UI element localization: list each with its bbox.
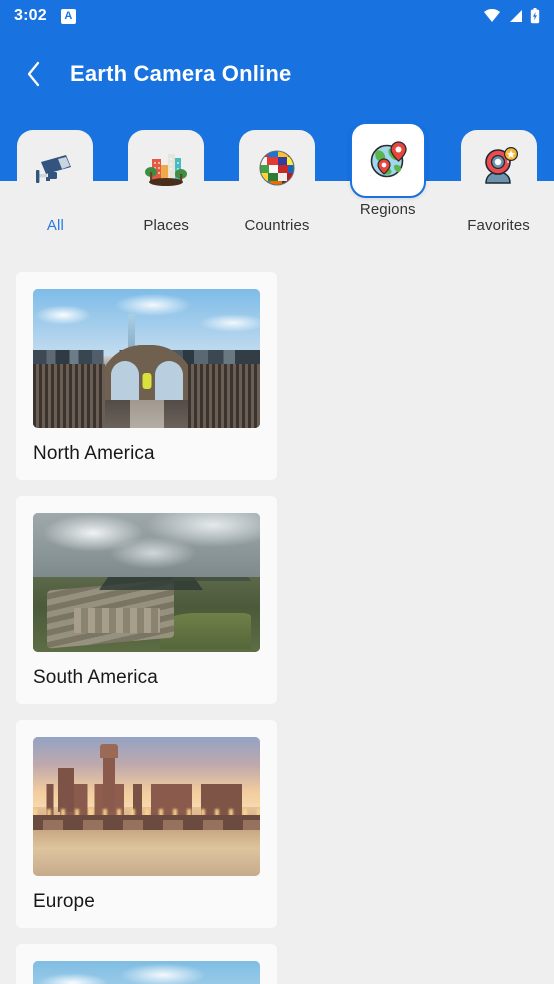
tab-all[interactable]: All <box>0 130 111 250</box>
region-card-north-america[interactable]: North America <box>16 272 277 480</box>
notification-badge-icon: A <box>60 8 76 24</box>
tab-countries-card[interactable] <box>238 130 315 206</box>
flags-globe-icon <box>259 150 295 186</box>
status-bar-left: 3:02 A <box>14 7 76 25</box>
security-camera-icon <box>36 155 72 183</box>
tab-regions-label: Regions <box>359 201 416 218</box>
region-card-oceania[interactable]: Oceania <box>16 944 277 984</box>
tab-countries-label: Countries <box>244 217 310 234</box>
tab-places-card[interactable] <box>128 130 205 206</box>
status-bar: 3:02 A <box>0 0 554 32</box>
tab-favorites[interactable]: Favorites <box>443 130 554 250</box>
region-grid: North America South America Europe <box>0 272 554 984</box>
cityscape-icon <box>145 154 188 186</box>
tab-regions[interactable]: Regions <box>332 122 443 250</box>
region-image-north-america <box>33 289 260 428</box>
region-label: North America <box>33 443 155 464</box>
tab-favorites-card[interactable] <box>460 130 537 206</box>
region-image-europe <box>33 737 260 876</box>
tab-places-label: Places <box>143 217 189 234</box>
region-image-oceania <box>33 961 260 984</box>
battery-charging-icon <box>530 8 540 24</box>
globe-pin-icon <box>370 141 407 178</box>
region-label: Europe <box>33 891 95 912</box>
wifi-icon <box>484 9 500 22</box>
category-tab-bar: All Places Countries Regions Favorites <box>0 122 554 250</box>
tab-places[interactable]: Places <box>111 130 222 250</box>
tab-all-label: All <box>46 217 64 234</box>
region-card-south-america[interactable]: South America <box>16 496 277 704</box>
status-bar-right <box>483 8 540 24</box>
region-card-europe[interactable]: Europe <box>16 720 277 928</box>
page-title: Earth Camera Online <box>70 61 292 86</box>
app-bar: Earth Camera Online <box>0 46 554 102</box>
status-bar-clock: 3:02 <box>14 7 47 24</box>
tab-favorites-label: Favorites <box>467 217 530 234</box>
back-button[interactable] <box>10 51 56 97</box>
tab-countries[interactable]: Countries <box>222 130 333 250</box>
region-label: South America <box>33 667 158 688</box>
chevron-left-icon <box>27 61 39 87</box>
tab-regions-card[interactable] <box>349 122 426 198</box>
region-image-south-america <box>33 513 260 652</box>
webcam-star-icon <box>484 147 518 184</box>
cellular-signal-icon <box>510 10 522 22</box>
tab-all-card[interactable] <box>17 130 94 206</box>
